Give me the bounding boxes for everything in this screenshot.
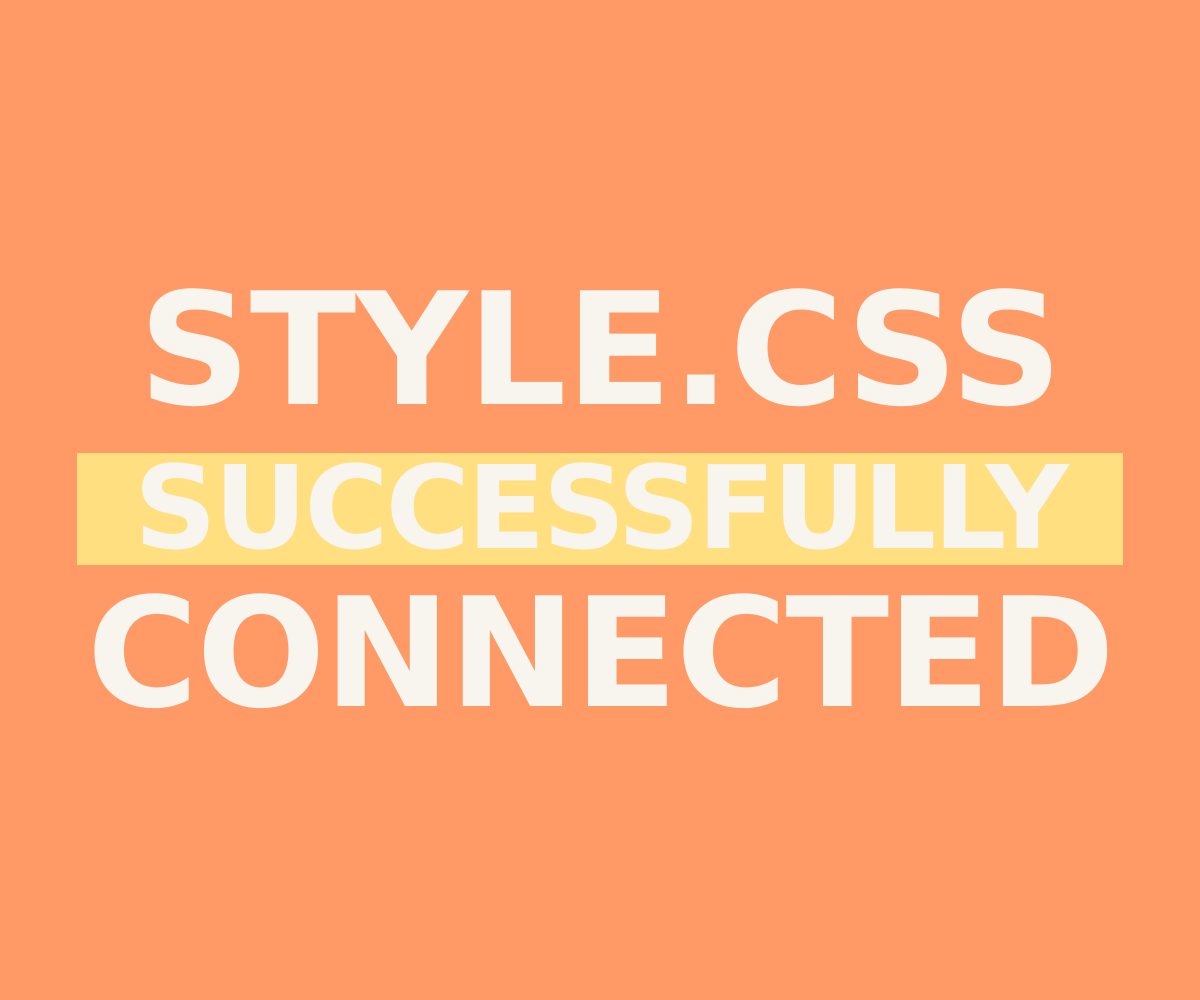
headline-line-style-css: STYLE.CSS [138,259,1062,441]
headline-line-successfully: SUCCESSFULLY [134,442,1069,576]
headline-line-connected: CONNECTED [86,565,1115,742]
